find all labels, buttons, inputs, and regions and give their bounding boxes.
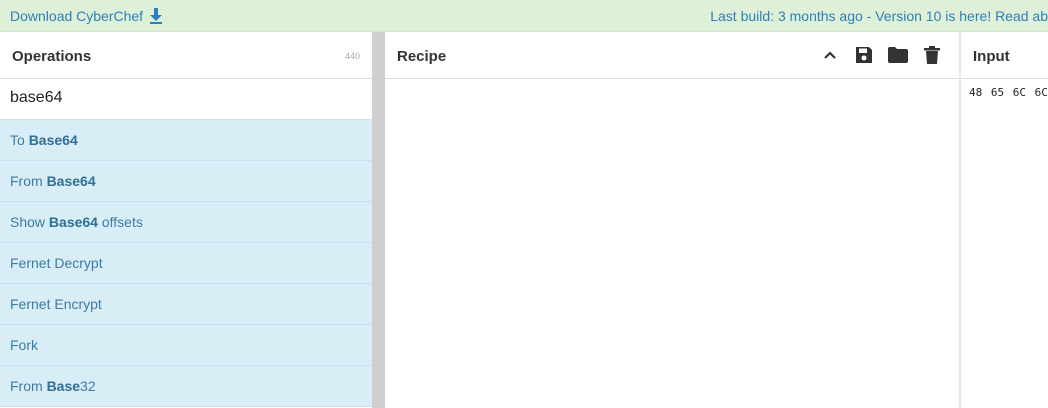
clear-recipe-button[interactable]: [921, 44, 943, 66]
operations-search-input[interactable]: [10, 87, 360, 109]
resize-gutter[interactable]: [372, 32, 385, 408]
recipe-toolbar: [819, 44, 943, 66]
operation-item[interactable]: Fernet Decrypt: [0, 243, 372, 284]
operation-item-pre: Fernet Decrypt: [10, 255, 103, 271]
operation-item-post: 32: [80, 378, 96, 394]
build-info-link[interactable]: Last build: 3 months ago - Version 10 is…: [710, 8, 1048, 24]
operation-item-pre: Fork: [10, 337, 38, 353]
operation-item-bold: Base64: [48, 214, 98, 230]
operation-item[interactable]: From Base32: [0, 366, 372, 407]
chevron-up-icon: [824, 51, 836, 59]
folder-icon: [888, 47, 908, 63]
operation-item-bold: Base64: [28, 132, 78, 148]
operations-list: To Base64 From Base64 Show Base64 offsets F…: [0, 120, 372, 407]
operation-item[interactable]: Show Base64 offsets: [0, 202, 372, 243]
recipe-pane: Recipe: [385, 32, 960, 408]
recipe-header: Recipe: [385, 32, 959, 79]
input-textarea[interactable]: 48 65 6C 6C: [969, 86, 1048, 99]
input-header: Input: [961, 32, 1048, 79]
search-container: [0, 79, 372, 120]
operations-pane: Operations 440 To Base64From Base64Show …: [0, 32, 372, 408]
input-pane: Input 48 65 6C 6C: [961, 32, 1048, 408]
download-icon: [150, 8, 163, 24]
operation-item[interactable]: Fork: [0, 325, 372, 366]
hide-recipe-options-button[interactable]: [819, 44, 841, 66]
operation-item[interactable]: To Base64: [0, 120, 372, 161]
operations-count: 440: [344, 51, 360, 61]
operation-item-post: offsets: [97, 214, 143, 230]
operation-item-bold: Base: [46, 378, 81, 394]
input-title: Input: [973, 48, 1010, 65]
download-cyberchef-link[interactable]: Download CyberChef: [10, 8, 163, 24]
operation-item-pre: To: [10, 132, 29, 148]
operation-item-pre: From: [10, 378, 47, 394]
save-recipe-button[interactable]: [853, 44, 875, 66]
operations-title: Operations: [12, 48, 92, 65]
operation-item[interactable]: From Base64: [0, 161, 372, 202]
load-recipe-button[interactable]: [887, 44, 909, 66]
operation-item-pre: From: [10, 173, 47, 189]
operation-item-pre: Fernet Encrypt: [10, 296, 102, 312]
operation-item-pre: Show: [10, 214, 49, 230]
recipe-title: Recipe: [397, 48, 447, 65]
trash-icon: [924, 46, 940, 64]
save-icon: [856, 47, 872, 63]
operation-item-bold: Base64: [46, 173, 96, 189]
top-banner: Download CyberChef Last build: 3 months …: [0, 0, 1048, 32]
operation-item[interactable]: Fernet Encrypt: [0, 284, 372, 325]
operations-header: Operations 440: [0, 32, 372, 79]
download-label: Download CyberChef: [10, 8, 144, 24]
